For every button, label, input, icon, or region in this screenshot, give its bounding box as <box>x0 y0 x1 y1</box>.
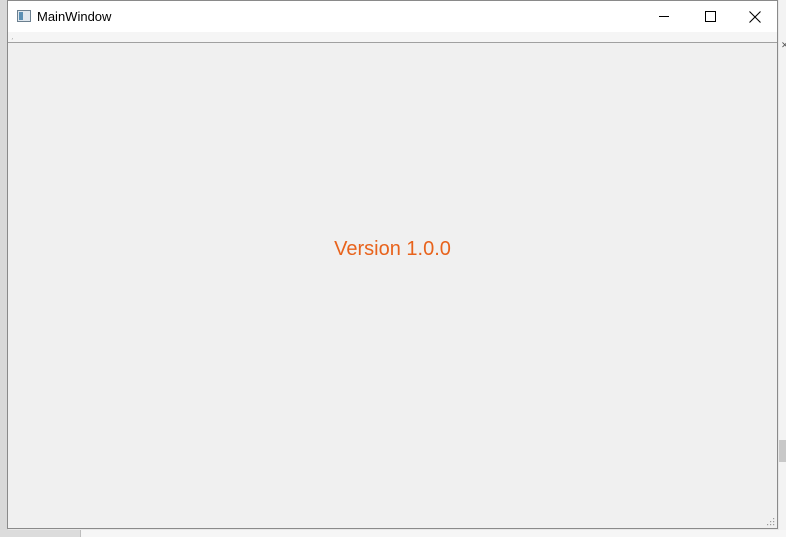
title-bar[interactable]: MainWindow <box>8 1 777 32</box>
background-panel <box>80 530 786 537</box>
menu-bar[interactable]: ˏ <box>8 32 777 43</box>
close-icon <box>749 10 761 23</box>
window-app-icon[interactable] <box>17 10 31 22</box>
menu-grip-icon: ˏ <box>11 33 14 40</box>
maximize-button[interactable] <box>687 1 733 32</box>
maximize-icon <box>704 11 716 22</box>
background-scrollbar <box>779 440 786 462</box>
version-label: Version 1.0.0 <box>334 238 451 260</box>
size-grip-icon[interactable] <box>765 516 775 526</box>
central-widget: Version 1.0.0 <box>8 43 777 528</box>
window-title: MainWindow <box>37 9 112 24</box>
minimize-button[interactable] <box>641 1 687 32</box>
main-window: MainWindow ˏ Version 1.0.0 <box>7 0 778 529</box>
close-button[interactable] <box>732 1 778 32</box>
minimize-icon <box>658 16 669 17</box>
background-close-icon: ✕ <box>781 40 786 50</box>
desktop: ✕ MainWindow ˏ Version 1.0.0 <box>0 0 786 537</box>
background-window-bottom <box>0 530 786 537</box>
